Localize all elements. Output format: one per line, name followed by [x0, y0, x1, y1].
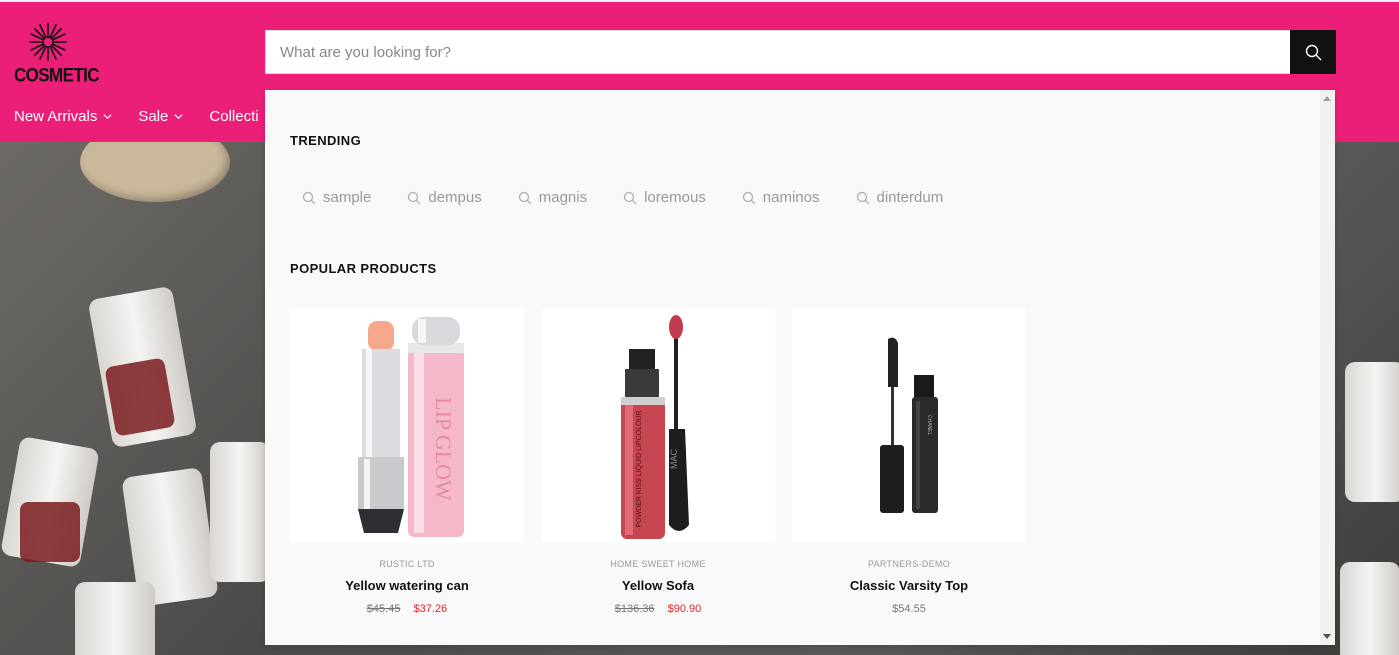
lip-colour-product-icon: POWDER KISS LIQUID LIPCOLOUR MAC	[621, 315, 689, 539]
sale-price: $37.26	[413, 603, 448, 615]
product-card[interactable]: POWDER KISS LIQUID LIPCOLOUR MAC HOME SW…	[541, 309, 775, 615]
nav-label: Collecti	[209, 108, 259, 125]
mascara-product-icon: CHANEL	[880, 337, 938, 513]
product-name[interactable]: Yellow Sofa	[541, 578, 775, 593]
trending-title: TRENDING	[290, 133, 362, 148]
main-nav: New Arrivals Sale Collecti	[14, 108, 259, 125]
trending-item[interactable]: dempus	[407, 189, 482, 206]
starburst-logo-icon	[29, 23, 67, 61]
trending-label: dempus	[428, 189, 482, 206]
trending-label: dinterdum	[876, 189, 944, 206]
search-icon	[1305, 44, 1321, 60]
nav-label: New Arrivals	[14, 108, 98, 125]
nav-item-new-arrivals[interactable]: New Arrivals	[14, 108, 112, 125]
lipstick-product-icon: LIP GLOW	[358, 317, 464, 537]
product-image[interactable]: LIP GLOW	[290, 309, 524, 543]
scroll-down-arrow-icon[interactable]	[1323, 634, 1331, 639]
trending-item[interactable]: magnis	[518, 189, 587, 206]
search-button[interactable]	[1290, 30, 1336, 74]
svg-text:POWDER KISS LIQUID LIPCOLOUR: POWDER KISS LIQUID LIPCOLOUR	[636, 410, 643, 527]
product-image[interactable]: POWDER KISS LIQUID LIPCOLOUR MAC	[541, 309, 775, 543]
sale-price: $90.90	[667, 603, 702, 615]
nav-label: Sale	[138, 108, 169, 125]
product-price: $136.36 $90.90	[541, 603, 775, 615]
product-price: $45.45 $37.26	[290, 603, 524, 615]
logo-text: COSMETIC	[14, 64, 100, 86]
trending-label: naminos	[762, 189, 820, 206]
product-name[interactable]: Classic Varsity Top	[792, 578, 1026, 593]
dropdown-scrollbar[interactable]	[1320, 90, 1335, 645]
product-name[interactable]: Yellow watering can	[290, 578, 524, 593]
svg-text:CHANEL: CHANEL	[926, 415, 932, 436]
compare-at-price: $45.45	[366, 603, 401, 615]
search-icon	[302, 191, 316, 204]
nav-item-collections[interactable]: Collecti	[209, 108, 258, 125]
search-suggestions-dropdown: TRENDING sample dempus magnis loremous n…	[265, 90, 1335, 645]
product-vendor: RUSTIC LTD	[379, 559, 435, 569]
chevron-down-icon	[174, 114, 183, 120]
product-vendor: HOME SWEET HOME	[610, 559, 706, 569]
popular-products-list: LIP GLOW RUSTIC LTD Yellow watering can …	[290, 309, 1026, 615]
search-input[interactable]	[265, 30, 1290, 74]
svg-text:MAC: MAC	[669, 449, 679, 470]
search-icon	[856, 191, 869, 204]
trending-label: sample	[323, 189, 372, 206]
search-icon	[623, 191, 637, 204]
product-image[interactable]: CHANEL	[792, 309, 1026, 543]
search-bar	[265, 30, 1336, 74]
product-vendor: PARTNERS-DEMO	[867, 559, 951, 569]
trending-label: loremous	[644, 189, 706, 206]
search-icon	[518, 191, 532, 204]
compare-at-price: $136.36	[614, 603, 655, 615]
trending-item[interactable]: naminos	[742, 189, 820, 206]
popular-products-title: POPULAR PRODUCTS	[290, 261, 437, 276]
search-icon	[408, 191, 421, 204]
regular-price: $54.55	[892, 603, 926, 615]
trending-item[interactable]: sample	[302, 189, 371, 206]
svg-text:LIP GLOW: LIP GLOW	[431, 397, 456, 501]
scroll-up-arrow-icon[interactable]	[1323, 96, 1331, 101]
product-card[interactable]: LIP GLOW RUSTIC LTD Yellow watering can …	[290, 309, 524, 615]
nav-item-sale[interactable]: Sale	[138, 108, 183, 125]
search-icon	[742, 191, 756, 204]
trending-item[interactable]: loremous	[623, 189, 706, 206]
brand-logo[interactable]: COSMETIC	[14, 22, 100, 86]
trending-item[interactable]: dinterdum	[856, 189, 944, 206]
product-price: $54.55	[792, 603, 1026, 615]
trending-label: magnis	[538, 189, 588, 206]
trending-list: sample dempus magnis loremous naminos di…	[302, 189, 943, 206]
product-card[interactable]: CHANEL PARTNERS-DEMO Classic Varsity Top…	[792, 309, 1026, 615]
chevron-down-icon	[103, 114, 112, 120]
